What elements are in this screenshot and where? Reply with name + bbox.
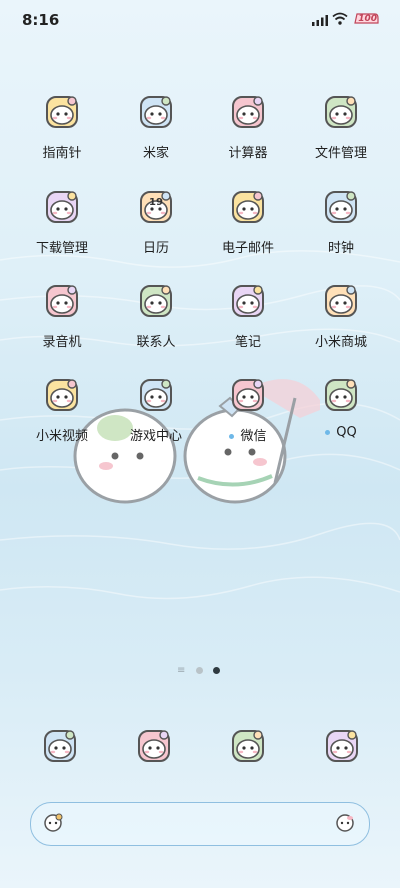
wechat-icon bbox=[226, 373, 270, 417]
voice-cat-icon[interactable] bbox=[333, 811, 357, 835]
browser-icon bbox=[132, 724, 176, 768]
svg-text:19: 19 bbox=[149, 197, 163, 208]
app-file-manager[interactable]: 文件管理 bbox=[291, 90, 391, 161]
dock-phone[interactable] bbox=[10, 724, 110, 768]
page-indicator: ≡ bbox=[0, 663, 400, 676]
new-install-dot bbox=[325, 430, 331, 435]
app-label: 时钟 bbox=[327, 241, 354, 256]
app-label: 米家 bbox=[142, 146, 169, 161]
folder-icon bbox=[319, 90, 363, 134]
app-label: 录音机 bbox=[42, 335, 82, 350]
status-bar: 8:16 100 bbox=[0, 0, 400, 40]
mijia-icon bbox=[134, 90, 178, 134]
app-label: 计算器 bbox=[228, 146, 268, 161]
app-wechat[interactable]: 微信 bbox=[198, 373, 298, 444]
app-label: 笔记 bbox=[234, 335, 261, 350]
app-downloads[interactable]: 下载管理 bbox=[12, 185, 112, 256]
page-list-icon[interactable]: ≡ bbox=[177, 665, 185, 676]
app-contacts[interactable]: 联系人 bbox=[106, 279, 206, 350]
app-label: 电子邮件 bbox=[221, 241, 274, 256]
calendar-icon: 19 bbox=[134, 185, 178, 229]
camera-icon bbox=[320, 724, 364, 768]
page-dot-1[interactable] bbox=[196, 667, 203, 674]
compass-icon bbox=[40, 90, 84, 134]
phone-icon bbox=[38, 724, 82, 768]
status-time: 8:16 bbox=[22, 11, 60, 29]
store-icon bbox=[319, 279, 363, 323]
dock-messages[interactable] bbox=[198, 724, 298, 768]
app-recorder[interactable]: 录音机 bbox=[12, 279, 112, 350]
app-mijia[interactable]: 米家 bbox=[106, 90, 206, 161]
app-label: 文件管理 bbox=[314, 146, 367, 161]
app-label: 指南针 bbox=[42, 146, 82, 161]
video-icon bbox=[40, 373, 84, 417]
app-label: 下载管理 bbox=[35, 241, 88, 256]
mail-icon bbox=[226, 185, 270, 229]
signal-icon bbox=[312, 15, 328, 26]
calculator-icon bbox=[226, 90, 270, 134]
recorder-icon bbox=[40, 279, 84, 323]
dock-browser[interactable] bbox=[104, 724, 204, 768]
qq-icon bbox=[319, 373, 363, 417]
clock-icon bbox=[319, 185, 363, 229]
battery-level: 100 bbox=[358, 14, 377, 24]
search-bar[interactable] bbox=[30, 802, 370, 846]
notes-icon bbox=[226, 279, 270, 323]
gamepad-icon bbox=[134, 373, 178, 417]
app-label: 游戏中心 bbox=[129, 429, 182, 444]
app-label: 日历 bbox=[142, 241, 169, 256]
search-cat-icon bbox=[44, 813, 63, 832]
page-dot-2-active[interactable] bbox=[213, 667, 220, 674]
app-mi-store[interactable]: 小米商城 bbox=[291, 279, 391, 350]
dock-camera[interactable] bbox=[292, 724, 392, 768]
app-compass[interactable]: 指南针 bbox=[12, 90, 112, 161]
app-calculator[interactable]: 计算器 bbox=[198, 90, 298, 161]
app-label: 联系人 bbox=[136, 335, 176, 350]
app-label: 小米视频 bbox=[35, 429, 88, 444]
app-qq[interactable]: QQ bbox=[291, 373, 391, 440]
app-notes[interactable]: 笔记 bbox=[198, 279, 298, 350]
new-install-dot bbox=[229, 434, 235, 439]
app-game-center[interactable]: 游戏中心 bbox=[106, 373, 206, 444]
app-label: 微信 bbox=[240, 429, 267, 444]
app-label: QQ bbox=[336, 425, 357, 440]
app-label: 小米商城 bbox=[314, 335, 367, 350]
messages-icon bbox=[226, 724, 270, 768]
app-clock[interactable]: 时钟 bbox=[291, 185, 391, 256]
app-mi-video[interactable]: 小米视频 bbox=[12, 373, 112, 444]
wifi-icon bbox=[332, 12, 348, 25]
app-calendar[interactable]: 19 日历 bbox=[106, 185, 206, 256]
dock bbox=[0, 724, 400, 772]
app-email[interactable]: 电子邮件 bbox=[198, 185, 298, 256]
contacts-icon bbox=[134, 279, 178, 323]
download-icon bbox=[40, 185, 84, 229]
